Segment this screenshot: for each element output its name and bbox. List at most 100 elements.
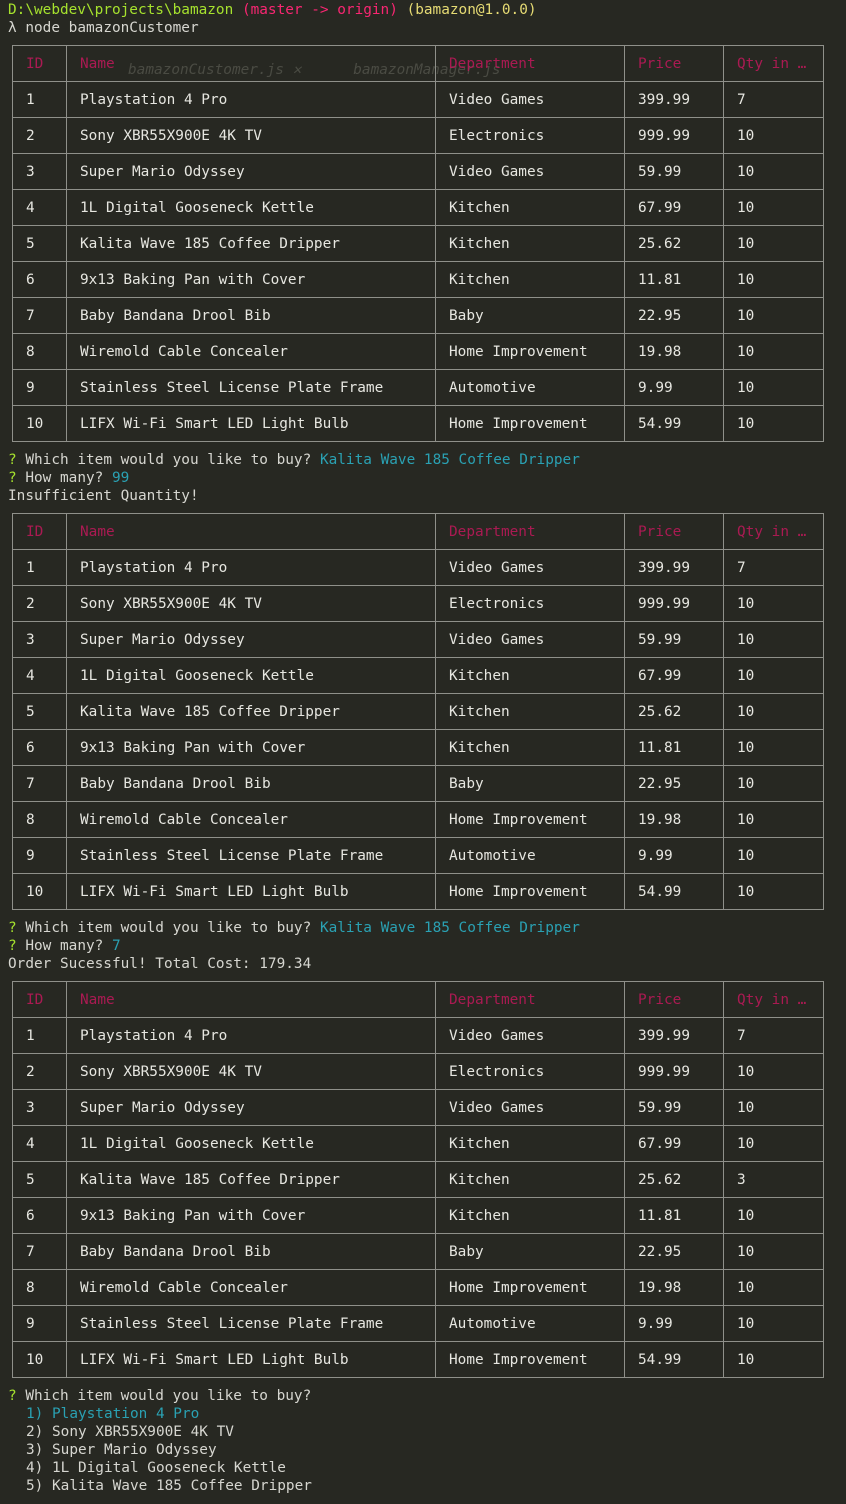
cell-department: Automotive <box>435 369 625 406</box>
table-header-row: ID Name Department Price Qty in … <box>12 45 824 82</box>
header-price: Price <box>624 513 724 550</box>
cell-name: Sony XBR55X900E 4K TV <box>66 117 436 154</box>
cell-qty: 10 <box>723 1341 824 1378</box>
cell-qty: 10 <box>723 1197 824 1234</box>
cell-qty: 7 <box>723 549 824 586</box>
cell-id: 3 <box>12 1089 67 1126</box>
choice-item[interactable]: 4) 1L Digital Gooseneck Kettle <box>26 1459 312 1477</box>
cell-department: Kitchen <box>435 261 625 298</box>
cell-name: Sony XBR55X900E 4K TV <box>66 1053 436 1090</box>
qty-answer-text: 99 <box>112 470 130 486</box>
cell-price: 11.81 <box>624 1197 724 1234</box>
prompt-package: (bamazon@1.0.0) <box>406 2 537 18</box>
header-department: Department <box>435 981 625 1018</box>
cell-price: 59.99 <box>624 153 724 190</box>
cell-qty: 10 <box>723 333 824 370</box>
result-message: Insufficient Quantity! <box>8 488 199 504</box>
cell-department: Video Games <box>435 549 625 586</box>
cell-qty: 10 <box>723 1089 824 1126</box>
cell-qty: 10 <box>723 189 824 226</box>
cell-department: Video Games <box>435 1089 625 1126</box>
cell-id: 5 <box>12 1161 67 1198</box>
cell-department: Automotive <box>435 1305 625 1342</box>
question-mark-icon: ? <box>8 1388 17 1404</box>
cell-department: Home Improvement <box>435 873 625 910</box>
cell-qty: 10 <box>723 1053 824 1090</box>
table-row: 7 Baby Bandana Drool Bib Baby 22.95 10 <box>12 1233 824 1270</box>
prompt-lambda-icon: λ <box>8 20 17 36</box>
cell-price: 67.99 <box>624 1125 724 1162</box>
table-row: 8 Wiremold Cable Concealer Home Improvemen… <box>12 1269 824 1306</box>
choice-item-selected[interactable]: 1) Playstation 4 Pro <box>26 1405 312 1423</box>
cell-price: 22.95 <box>624 297 724 334</box>
cell-id: 3 <box>12 621 67 658</box>
header-department: Department <box>435 45 625 82</box>
cell-id: 6 <box>12 1197 67 1234</box>
table-row: 5 Kalita Wave 185 Coffee Dripper Kitchen 25… <box>12 693 824 730</box>
cell-department: Home Improvement <box>435 1269 625 1306</box>
choice-item[interactable]: 5) Kalita Wave 185 Coffee Dripper <box>26 1477 312 1495</box>
cell-qty: 10 <box>723 693 824 730</box>
cell-department: Kitchen <box>435 729 625 766</box>
cell-price: 19.98 <box>624 801 724 838</box>
table-row: 2 Sony XBR55X900E 4K TV Electronics 999.99 1… <box>12 117 824 154</box>
cell-name: 9x13 Baking Pan with Cover <box>66 261 436 298</box>
cell-id: 1 <box>12 549 67 586</box>
table-row: 6 9x13 Baking Pan with Cover Kitchen 11.81 1… <box>12 729 824 766</box>
header-price: Price <box>624 981 724 1018</box>
cell-department: Home Improvement <box>435 801 625 838</box>
cell-department: Electronics <box>435 1053 625 1090</box>
cell-name: Baby Bandana Drool Bib <box>66 765 436 802</box>
cell-name: Baby Bandana Drool Bib <box>66 1233 436 1270</box>
choice-item[interactable]: 3) Super Mario Odyssey <box>26 1441 312 1459</box>
cell-price: 9.99 <box>624 369 724 406</box>
cell-name: LIFX Wi-Fi Smart LED Light Bulb <box>66 873 436 910</box>
cell-id: 6 <box>12 261 67 298</box>
cell-department: Automotive <box>435 837 625 874</box>
cell-department: Video Games <box>435 1017 625 1054</box>
cell-id: 5 <box>12 225 67 262</box>
cell-price: 9.99 <box>624 837 724 874</box>
cell-department: Home Improvement <box>435 333 625 370</box>
cell-price: 25.62 <box>624 693 724 730</box>
cell-qty: 10 <box>723 117 824 154</box>
cell-qty: 10 <box>723 657 824 694</box>
qty-answer-text: 7 <box>112 938 121 954</box>
cell-department: Home Improvement <box>435 405 625 442</box>
cell-qty: 10 <box>723 1269 824 1306</box>
cell-name: 1L Digital Gooseneck Kettle <box>66 189 436 226</box>
result-message: Order Sucessful! Total Cost: 179.34 <box>8 956 312 972</box>
cell-name: Playstation 4 Pro <box>66 549 436 586</box>
cell-id: 8 <box>12 333 67 370</box>
prompt-branch: (master -> origin) <box>241 2 398 18</box>
choice-item[interactable]: 2) Sony XBR55X900E 4K TV <box>26 1423 312 1441</box>
cell-price: 19.98 <box>624 333 724 370</box>
cell-price: 999.99 <box>624 1053 724 1090</box>
cell-name: Kalita Wave 185 Coffee Dripper <box>66 225 436 262</box>
table-row: 10 LIFX Wi-Fi Smart LED Light Bulb Home Im… <box>12 873 824 910</box>
cell-name: Wiremold Cable Concealer <box>66 333 436 370</box>
cell-qty: 10 <box>723 585 824 622</box>
question-line: ? Which item would you like to buy? Kali… <box>8 919 580 937</box>
cell-price: 399.99 <box>624 1017 724 1054</box>
terminal-window[interactable]: bamazonCustomer.js ✕ bamazonManager.js D… <box>0 0 846 1504</box>
header-qty: Qty in … <box>723 45 824 82</box>
cell-qty: 7 <box>723 1017 824 1054</box>
cell-id: 2 <box>12 1053 67 1090</box>
cell-price: 399.99 <box>624 81 724 118</box>
answer-text: Kalita Wave 185 Coffee Dripper <box>319 920 580 936</box>
command-line: λ node bamazonCustomer <box>8 19 199 37</box>
cell-price: 54.99 <box>624 873 724 910</box>
table-row: 3 Super Mario Odyssey Video Games 59.99 10 <box>12 1089 824 1126</box>
cell-id: 8 <box>12 801 67 838</box>
cell-department: Video Games <box>435 621 625 658</box>
question-line: ? Which item would you like to buy? Kali… <box>8 451 580 469</box>
cell-qty: 10 <box>723 261 824 298</box>
cell-qty: 7 <box>723 81 824 118</box>
header-name: Name <box>66 981 436 1018</box>
cell-id: 10 <box>12 873 67 910</box>
cell-qty: 10 <box>723 765 824 802</box>
question-line: ? Which item would you like to buy? <box>8 1387 311 1405</box>
cell-department: Kitchen <box>435 189 625 226</box>
command-text: node bamazonCustomer <box>25 20 199 36</box>
